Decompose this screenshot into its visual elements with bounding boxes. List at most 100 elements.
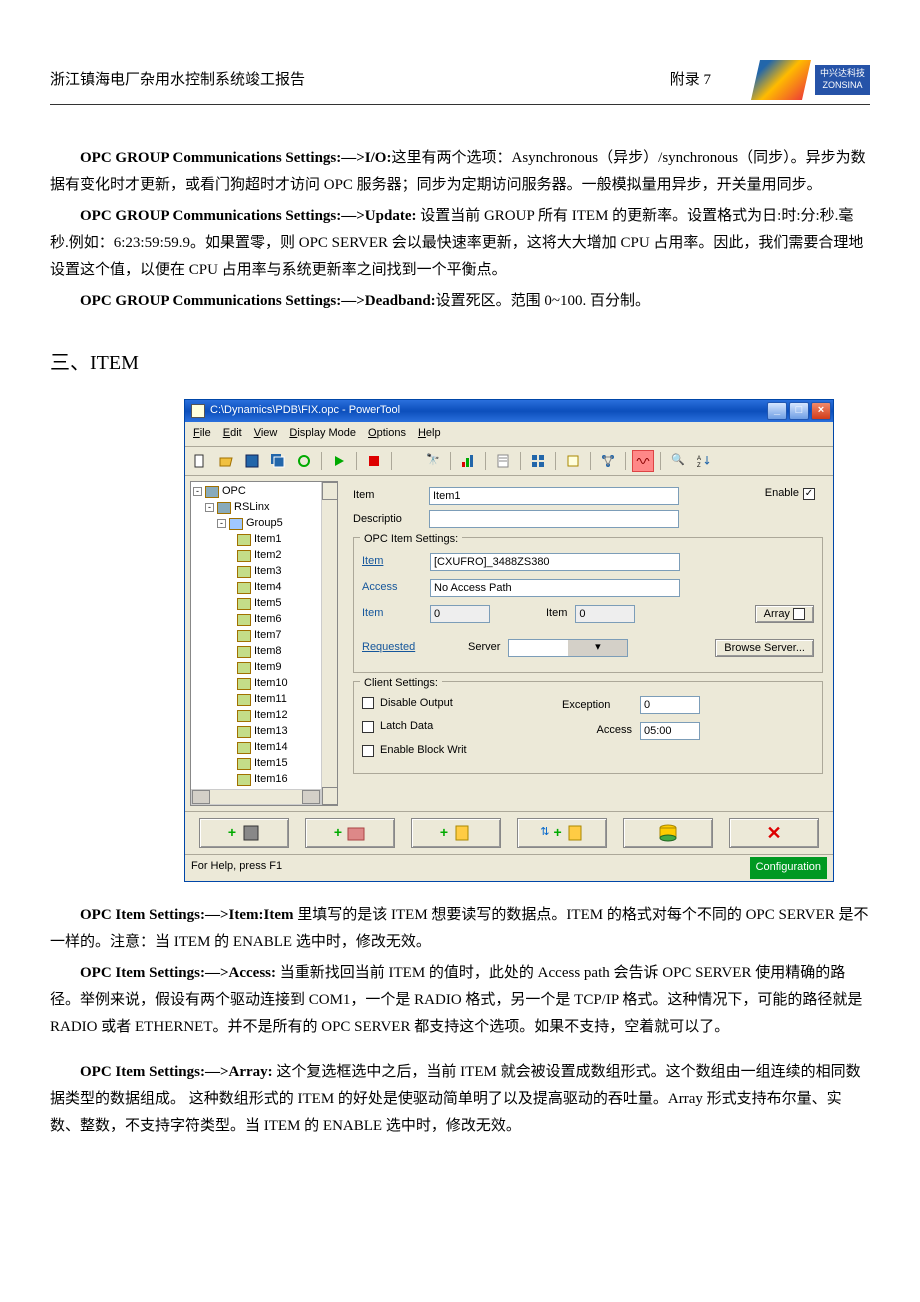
para-access: OPC Item Settings:—>Access: 当重新找回当前 ITEM…	[50, 960, 870, 1041]
svg-text:A: A	[697, 456, 701, 462]
server-icon	[217, 502, 231, 514]
item-id-input[interactable]	[430, 553, 680, 571]
logo-en: ZONSINA	[820, 80, 865, 92]
stop-button[interactable]	[363, 450, 385, 472]
network-icon[interactable]	[597, 450, 619, 472]
toolbar: 🔭 🔍 AZ	[185, 447, 833, 476]
item-end-input[interactable]	[575, 605, 635, 623]
add-group-button[interactable]: +	[305, 818, 395, 848]
props-icon[interactable]	[562, 450, 584, 472]
svg-text:Z: Z	[697, 463, 701, 468]
browse-server-button[interactable]: Browse Server...	[715, 639, 814, 657]
telescope-icon[interactable]: 🔭	[422, 450, 444, 472]
tree-hscrollbar[interactable]	[191, 789, 321, 805]
item-icon	[237, 758, 251, 770]
item-start-label: Item	[362, 604, 422, 624]
menu-edit[interactable]: Edit	[223, 424, 242, 444]
opc-item-settings-legend: OPC Item Settings:	[360, 530, 462, 550]
add-item-button[interactable]: +	[411, 818, 501, 848]
find-icon[interactable]: 🔍	[667, 450, 689, 472]
refresh-button[interactable]	[293, 450, 315, 472]
item-icon	[237, 710, 251, 722]
header-title-left: 浙江镇海电厂杂用水控制系统竣工报告	[50, 67, 630, 94]
description-input[interactable]	[429, 510, 679, 528]
item-name-input[interactable]	[429, 487, 679, 505]
menu-bar: File Edit View Display Mode Options Help	[185, 422, 833, 447]
save-all-button[interactable]	[267, 450, 289, 472]
duplicate-item-button[interactable]: ⇅+	[517, 818, 607, 848]
para-io-lead: OPC GROUP Communications Settings:—>I/O:	[80, 150, 391, 166]
minimize-button[interactable]: _	[767, 402, 787, 420]
item-icon	[237, 678, 251, 690]
title-bar[interactable]: C:\Dynamics\PDB\FIX.opc - PowerTool _ □ …	[185, 400, 833, 422]
para-access-lead: OPC Item Settings:—>Access:	[80, 965, 276, 981]
opc-icon	[205, 486, 219, 498]
list-icon[interactable]	[492, 450, 514, 472]
item-icon	[452, 824, 472, 842]
access-path-input[interactable]	[430, 579, 680, 597]
item-icon	[237, 726, 251, 738]
item-icon	[237, 550, 251, 562]
menu-view[interactable]: View	[254, 424, 278, 444]
status-help-text: For Help, press F1	[191, 857, 282, 879]
para-array: OPC Item Settings:—>Array: 这个复选框选中之后，当前 …	[50, 1059, 870, 1140]
item-icon	[237, 662, 251, 674]
description-label: Descriptio	[353, 510, 421, 530]
item-icon	[237, 598, 251, 610]
delete-button[interactable]: ✕	[729, 818, 819, 848]
exception-input[interactable]	[640, 696, 700, 714]
item-icon	[237, 534, 251, 546]
close-button[interactable]: ×	[811, 402, 831, 420]
chart-icon[interactable]	[457, 450, 479, 472]
item-name-label: Item	[353, 486, 421, 506]
menu-file[interactable]: File	[193, 424, 211, 444]
tree-toggle-icon[interactable]: -	[205, 503, 214, 512]
run-button[interactable]	[328, 450, 350, 472]
item-icon	[237, 646, 251, 658]
tree-toggle-icon[interactable]: -	[193, 487, 202, 496]
para-deadband: OPC GROUP Communications Settings:—>Dead…	[50, 288, 870, 315]
title-bar-text: C:\Dynamics\PDB\FIX.opc - PowerTool	[191, 401, 400, 421]
new-button[interactable]	[189, 450, 211, 472]
requested-label[interactable]: Requested	[362, 638, 422, 658]
item-start-input[interactable]	[430, 605, 490, 623]
open-button[interactable]	[215, 450, 237, 472]
item-icon	[237, 694, 251, 706]
item-icon	[237, 774, 251, 786]
add-server-button[interactable]: +	[199, 818, 289, 848]
tree-scrollbar[interactable]	[321, 482, 337, 805]
server-dropdown[interactable]: ▾	[508, 639, 628, 657]
sort-icon[interactable]: AZ	[693, 450, 715, 472]
server-label: Server	[468, 638, 500, 658]
access-time-input[interactable]	[640, 722, 700, 740]
latch-data-checkbox[interactable]	[362, 721, 374, 733]
logo-cn: 中兴达科技	[820, 68, 865, 80]
menu-options[interactable]: Options	[368, 424, 406, 444]
status-bar: For Help, press F1 Configuration	[185, 854, 833, 881]
array-checkbox-button[interactable]: Array	[755, 605, 814, 623]
disable-output-checkbox[interactable]	[362, 697, 374, 709]
company-logo: 中兴达科技 ZONSINA	[751, 60, 870, 100]
enable-checkbox[interactable]: ✓	[803, 488, 815, 500]
status-mode: Configuration	[750, 857, 827, 879]
menu-display-mode[interactable]: Display Mode	[289, 424, 356, 444]
exception-label: Exception	[562, 696, 632, 716]
menu-help[interactable]: Help	[418, 424, 441, 444]
enable-label: Enable	[765, 484, 799, 504]
app-icon	[191, 404, 205, 418]
tree-panel[interactable]: -OPC -RSLinx -Group5 Item1 Item2 Item3 I…	[190, 481, 338, 806]
opc-item-settings-fieldset: OPC Item Settings: Item Access Item Item	[353, 537, 823, 672]
tree-toggle-icon[interactable]: -	[217, 519, 226, 528]
item-id-label[interactable]: Item	[362, 552, 422, 572]
grid-icon[interactable]	[527, 450, 549, 472]
maximize-button[interactable]: □	[789, 402, 809, 420]
wave-icon[interactable]	[632, 450, 654, 472]
item-icon	[566, 824, 584, 842]
enable-checkbox-group: Enable ✓	[765, 484, 815, 504]
enable-block-write-checkbox[interactable]	[362, 745, 374, 757]
client-settings-legend: Client Settings:	[360, 674, 442, 694]
database-button[interactable]	[623, 818, 713, 848]
save-button[interactable]	[241, 450, 263, 472]
server-icon	[240, 824, 260, 842]
group-icon	[346, 824, 366, 842]
